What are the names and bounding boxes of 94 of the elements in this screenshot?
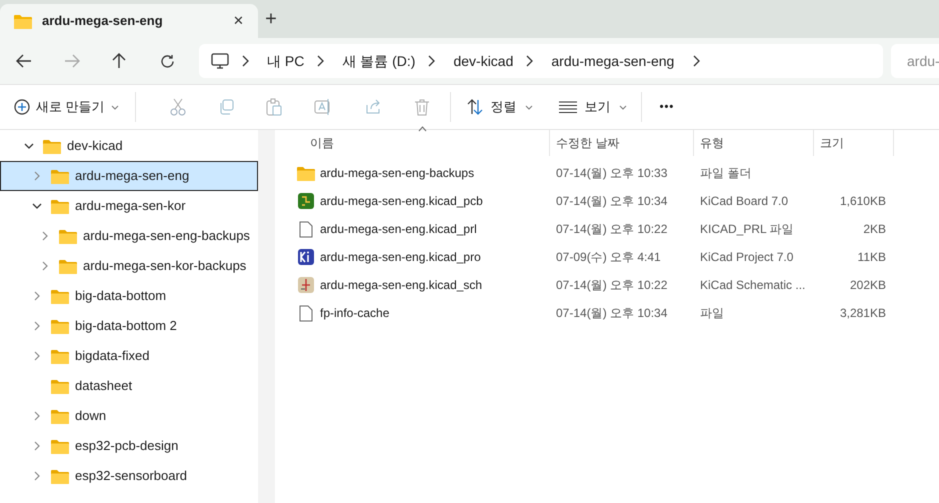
folder-icon (51, 438, 69, 454)
sort-icon (466, 99, 483, 115)
folder-icon (51, 168, 69, 184)
folder-icon (51, 408, 69, 424)
size-cell: 202KB (850, 278, 886, 292)
size-cell: 3,281KB (840, 306, 886, 320)
date-cell-text: 07-14(월) 오후 10:34 (555, 305, 668, 322)
date-cell-text: 07-09(수) 오후 4:41 (555, 249, 662, 266)
date-cell-text: 07-14(월) 오후 10:33 (555, 165, 668, 182)
cut-icon[interactable] (170, 98, 186, 116)
type-cell-text: 파일 폴더 (699, 165, 752, 182)
up-icon[interactable] (112, 53, 126, 69)
date-cell-text: 07-14(월) 오후 10:34 (555, 193, 668, 210)
file-name[interactable]: ardu-mega-sen-eng-backups (320, 164, 474, 182)
breadcrumb[interactable]: 새 볼륨 (D:) (342, 50, 416, 72)
size-cell: 11KB (858, 250, 886, 264)
folder-icon (51, 378, 69, 394)
breadcrumb[interactable]: ardu-mega-sen-eng (551, 50, 674, 72)
forward-icon[interactable] (64, 54, 80, 68)
size-cell: 1,610KB (840, 194, 886, 208)
type-cell-text: 파일 (699, 305, 725, 322)
tree-item[interactable]: ardu-mega-sen-eng (0, 161, 258, 191)
document-icon (297, 220, 315, 238)
file-name[interactable]: ardu-mega-sen-eng.kicad_prl (320, 220, 477, 238)
size-cell: 2KB (863, 222, 886, 236)
folder-icon (59, 228, 77, 244)
folder-icon (51, 318, 69, 334)
tree-item[interactable]: ardu-mega-sen-kor (0, 191, 258, 221)
tab[interactable]: ardu-mega-sen-eng ✕ (0, 4, 258, 38)
schematic-icon (297, 277, 315, 293)
new-tab-button[interactable]: + (260, 4, 282, 34)
address-bar[interactable]: 내 PC 새 볼륨 (D:) dev-kicad ardu-mega-sen-eng (199, 44, 883, 78)
file-name[interactable]: ardu-mega-sen-eng.kicad_pcb (320, 192, 483, 210)
tree-item[interactable]: datasheet (0, 371, 258, 401)
tree-item[interactable]: big-data-bottom (0, 281, 258, 311)
tab-title: ardu-mega-sen-eng (42, 12, 164, 30)
tree-item[interactable]: dev-kicad (0, 131, 258, 161)
folder-icon (51, 288, 69, 304)
refresh-icon[interactable] (160, 54, 175, 68)
file-name[interactable]: ardu-mega-sen-eng.kicad_sch (320, 276, 482, 294)
column-header[interactable]: 수정한 날짜 (550, 130, 694, 156)
breadcrumb[interactable]: 내 PC (267, 50, 304, 72)
sort-button[interactable]: 정렬 (466, 97, 533, 117)
tree-item[interactable]: esp32-pcb-design (0, 431, 258, 461)
new-button[interactable]: 새로 만들기 (14, 97, 119, 117)
chevron-icon (316, 55, 324, 67)
delete-icon[interactable] (414, 98, 430, 116)
share-icon[interactable] (364, 99, 382, 115)
column-header[interactable]: 크기 (814, 130, 894, 156)
folder-icon (43, 138, 61, 154)
ki-logo-icon (297, 249, 315, 265)
tree-item[interactable]: down (0, 401, 258, 431)
folder-icon (51, 348, 69, 364)
chevron-icon (241, 55, 249, 67)
chevron-icon (692, 55, 700, 67)
type-cell-text: KiCad Board 7.0 (699, 193, 790, 210)
chevron-down-icon (110, 104, 119, 110)
chevron-down-icon (618, 104, 627, 110)
folder-icon (51, 198, 69, 214)
rename-icon[interactable] (314, 99, 332, 115)
folder-icon (51, 468, 69, 484)
chevron-down-icon (524, 104, 533, 110)
folder-icon (14, 14, 32, 28)
list-view-icon (558, 101, 577, 113)
column-header[interactable]: 이름 (275, 130, 550, 156)
back-icon[interactable] (16, 54, 32, 68)
copy-icon[interactable] (218, 99, 234, 115)
type-cell-text: KiCad Project 7.0 (699, 249, 794, 266)
chevron-icon (427, 55, 436, 67)
circuit-board-icon (297, 193, 315, 209)
document-icon (297, 304, 315, 322)
plus-circle-icon (14, 99, 30, 115)
folder-icon (59, 258, 77, 274)
tree-item[interactable]: big-data-bottom 2 (0, 311, 258, 341)
view-button[interactable]: 보기 (558, 97, 627, 117)
paste-icon[interactable] (266, 98, 282, 116)
file-name[interactable]: ardu-mega-sen-eng.kicad_pro (320, 248, 481, 266)
chevron-icon (525, 55, 534, 67)
date-cell-text: 07-14(월) 오후 10:22 (555, 221, 668, 238)
more-button[interactable]: ••• (660, 98, 674, 116)
tree-item[interactable]: bigdata-fixed (0, 341, 258, 371)
search-field[interactable]: ardu- (891, 44, 939, 78)
type-cell-text: KICAD_PRL 파일 (699, 221, 795, 238)
folder-icon (297, 166, 315, 180)
breadcrumb[interactable]: dev-kicad (453, 50, 514, 72)
tree-item[interactable]: ardu-mega-sen-eng-backups (0, 221, 258, 251)
tree-item[interactable]: esp32-sensorboard (0, 461, 258, 491)
tree-item[interactable]: ardu-mega-sen-kor-backups (0, 251, 258, 281)
type-cell-text: KiCad Schematic ... (699, 277, 806, 294)
date-cell-text: 07-14(월) 오후 10:22 (555, 277, 668, 294)
close-tab-button[interactable]: ✕ (233, 11, 244, 31)
file-name[interactable]: fp-info-cache (320, 304, 390, 322)
column-header[interactable]: 유형 (694, 130, 814, 156)
computer-icon (211, 53, 229, 69)
